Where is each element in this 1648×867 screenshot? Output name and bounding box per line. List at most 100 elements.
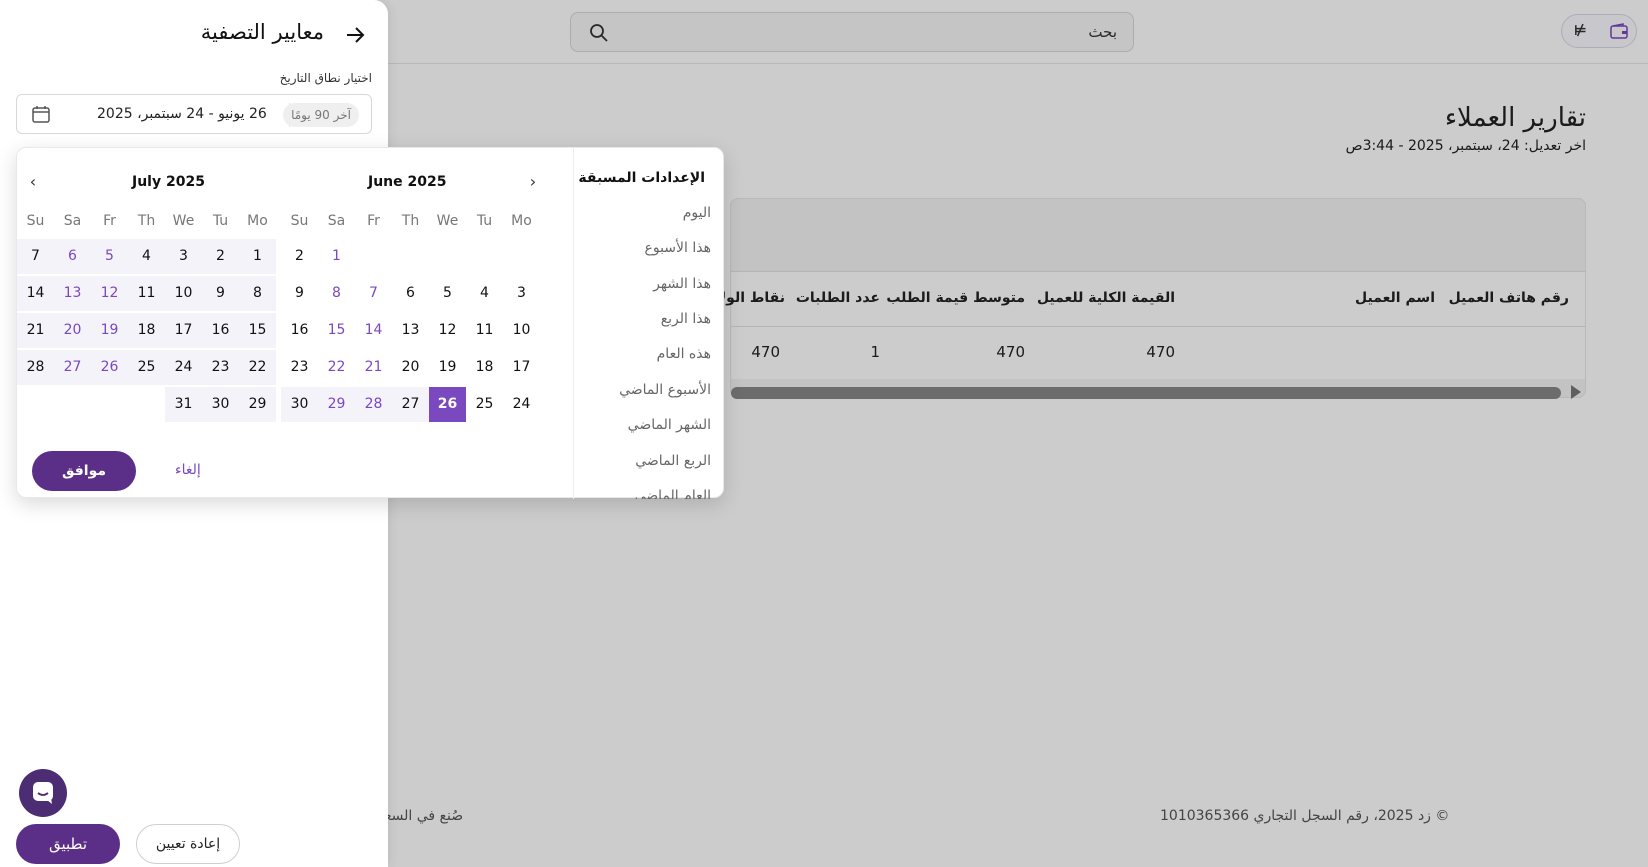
calendar-icon [32,106,50,123]
calendar-day[interactable]: 30 [281,387,318,422]
calendar-day[interactable]: 13 [54,276,91,311]
calendar-day[interactable]: 20 [54,313,91,348]
weekday-label: Fr [103,213,116,229]
weekday-label: Sa [327,213,346,229]
calendar-day[interactable]: 14 [17,276,54,311]
calendar-day[interactable]: 23 [202,350,239,385]
next-month-icon[interactable]: › [521,170,545,194]
calendar-day[interactable]: 10 [165,276,202,311]
preset-item[interactable]: هذه العام [657,346,711,362]
calendar-day[interactable]: 3 [165,239,202,274]
calendar-day[interactable]: 7 [17,239,54,274]
calendar-day[interactable]: 18 [128,313,165,348]
calendar-day[interactable]: 16 [202,313,239,348]
weekday-label: Su [290,213,309,229]
calendar-day[interactable]: 4 [128,239,165,274]
calendar-day[interactable]: 9 [202,276,239,311]
calendar-day[interactable]: 16 [281,313,318,348]
calendar-day[interactable]: 15 [239,313,276,348]
calendar-day[interactable]: 11 [128,276,165,311]
calendar-day[interactable]: 6 [54,239,91,274]
calendar-day[interactable]: 5 [429,276,466,311]
cancel-button[interactable]: إلغاء [175,462,201,478]
calendar-day[interactable]: 6 [392,276,429,311]
calendar-day[interactable]: 17 [165,313,202,348]
ok-button[interactable]: موافق [32,451,136,491]
calendar-day[interactable]: 27 [392,387,429,422]
calendar-day[interactable]: 10 [503,313,540,348]
calendar-day[interactable]: 25 [466,387,503,422]
month-title: July 2025 [132,174,205,190]
date-range-field[interactable]: 26 يونيو - 24 سبتمبر، 2025 آخر 90 يومًا [16,94,372,134]
preset-item[interactable]: هذا الشهر [653,276,711,292]
preset-item[interactable]: هذا الربع [661,311,711,327]
calendar-day[interactable]: 24 [165,350,202,385]
calendar-day[interactable]: 12 [429,313,466,348]
calendar-day[interactable]: 12 [91,276,128,311]
calendar-day[interactable]: 21 [355,350,392,385]
calendar-day[interactable]: 29 [318,387,355,422]
weekday-label: Sa [63,213,82,229]
calendar-day[interactable]: 11 [466,313,503,348]
calendar-day[interactable]: 26 [429,387,466,422]
calendar-day[interactable]: 24 [503,387,540,422]
preset-item[interactable]: هذا الأسبوع [645,240,712,256]
calendar-day[interactable]: 26 [91,350,128,385]
preset-item[interactable]: العام الماضي [635,488,711,499]
calendar-day[interactable]: 4 [466,276,503,311]
calendar-day[interactable]: 28 [17,350,54,385]
date-range-label: اختيار نطاق التاريخ [279,71,372,85]
prev-month-icon[interactable]: ‹ [21,170,45,194]
calendar-day[interactable]: 22 [239,350,276,385]
range-badge: آخر 90 يومًا [283,103,359,127]
calendar-day[interactable]: 7 [355,276,392,311]
calendar-day[interactable]: 2 [202,239,239,274]
calendar-day[interactable]: 30 [202,387,239,422]
apply-button[interactable]: تطبيق [16,824,120,864]
calendar-day[interactable]: 25 [128,350,165,385]
calendar-day[interactable]: 28 [355,387,392,422]
weekday-label: Mo [247,213,268,229]
calendar-day[interactable]: 13 [392,313,429,348]
calendar-day[interactable]: 31 [165,387,202,422]
arrow-right-icon[interactable] [344,24,366,46]
preset-item[interactable]: الشهر الماضي [628,417,711,433]
chat-icon [33,782,53,804]
weekday-label: Mo [511,213,532,229]
weekday-label: Su [26,213,45,229]
weekday-label: Tu [212,213,229,229]
date-range-value: 26 يونيو - 24 سبتمبر، 2025 [97,106,267,122]
preset-item[interactable]: الربع الماضي [635,453,711,469]
calendar-day[interactable]: 1 [239,239,276,274]
calendar-day[interactable]: 23 [281,350,318,385]
calendar-day[interactable]: 18 [466,350,503,385]
calendar-day[interactable]: 19 [429,350,466,385]
calendar-day[interactable]: 14 [355,313,392,348]
calendar-day[interactable]: 8 [239,276,276,311]
calendar-day[interactable]: 17 [503,350,540,385]
preset-item[interactable]: اليوم [683,205,711,221]
calendar-day[interactable]: 29 [239,387,276,422]
calendar-day[interactable]: 19 [91,313,128,348]
month-title: June 2025 [368,174,447,190]
calendar-day[interactable]: 27 [54,350,91,385]
weekday-label: Th [137,213,156,229]
calendar-day[interactable]: 2 [281,239,318,274]
calendar-day[interactable]: 20 [392,350,429,385]
calendar-day[interactable]: 5 [91,239,128,274]
weekday-label: Tu [476,213,493,229]
weekday-label: Fr [367,213,380,229]
chat-button[interactable] [19,769,67,817]
calendar-day[interactable]: 22 [318,350,355,385]
calendar-day[interactable]: 1 [318,239,355,274]
weekday-label: We [172,213,195,229]
calendar-day[interactable]: 9 [281,276,318,311]
calendar-day[interactable]: 15 [318,313,355,348]
calendar-day[interactable]: 21 [17,313,54,348]
presets-title: الإعدادات المسبقة [578,170,705,186]
reset-button[interactable]: إعادة تعيين [136,824,240,864]
calendar-day[interactable]: 8 [318,276,355,311]
weekday-label: We [436,213,459,229]
calendar-day[interactable]: 3 [503,276,540,311]
preset-item[interactable]: الأسبوع الماضي [619,382,711,398]
